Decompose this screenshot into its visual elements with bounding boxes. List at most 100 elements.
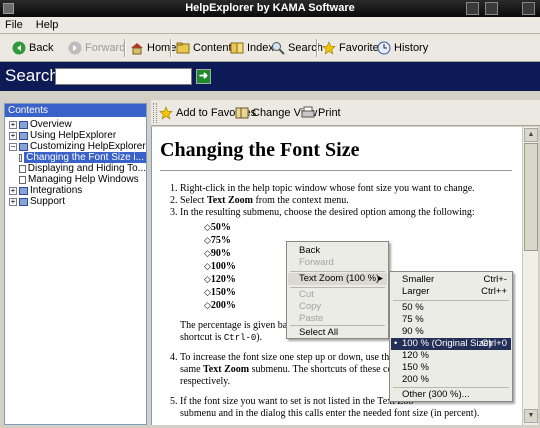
- minimize-icon[interactable]: [466, 2, 479, 15]
- zoom-option: 50%: [204, 221, 522, 234]
- book-icon: [19, 120, 28, 129]
- zoom-smaller[interactable]: Smaller Ctrl+-: [391, 274, 511, 286]
- toolbar-grip[interactable]: [153, 103, 157, 123]
- search-heading: Search: [5, 66, 59, 85]
- expand-icon[interactable]: +: [9, 120, 17, 129]
- menu-item-paste[interactable]: Paste: [288, 313, 387, 325]
- step-1: Right-click in the help topic window who…: [180, 183, 522, 195]
- menu-help[interactable]: Help: [31, 17, 64, 31]
- menu-item-cut[interactable]: Cut: [288, 289, 387, 301]
- contents-pane: Contents + Overview + Using HelpExplorer −…: [4, 103, 147, 425]
- forward-button[interactable]: Forward: [68, 40, 125, 56]
- maximize-icon[interactable]: [485, 2, 498, 15]
- zoom-75[interactable]: 75 %: [391, 314, 511, 326]
- tree-item-support[interactable]: + Support: [9, 196, 146, 207]
- zoom-120[interactable]: 120 %: [391, 350, 511, 362]
- zoom-200[interactable]: 200 %: [391, 374, 511, 386]
- zoom-90[interactable]: 90 %: [391, 326, 511, 338]
- zoom-100[interactable]: • 100 % (Original Size) Ctrl+0: [391, 338, 511, 350]
- scroll-thumb[interactable]: [524, 143, 538, 251]
- book-icon: [19, 197, 28, 206]
- back-arrow-icon: [12, 41, 26, 55]
- back-label: Back: [29, 42, 54, 54]
- toolbar-separator: [124, 39, 126, 57]
- forward-label: Forward: [85, 42, 126, 54]
- scroll-up-icon[interactable]: ▲: [524, 128, 538, 142]
- zoom-other[interactable]: Other (300 %)...: [391, 389, 511, 401]
- search-icon: [272, 42, 285, 55]
- scroll-down-icon[interactable]: ▼: [524, 409, 538, 423]
- open-book-icon: [19, 142, 28, 151]
- print-button[interactable]: Print: [301, 105, 341, 121]
- contents-button[interactable]: Contents: [176, 40, 237, 56]
- search-bar: Search ➜: [0, 62, 540, 91]
- submenu-arrow-icon: ▸: [378, 273, 383, 284]
- page-icon: [19, 164, 26, 173]
- app-icon[interactable]: [3, 3, 14, 14]
- menu-item-back[interactable]: Back: [288, 245, 387, 257]
- back-button[interactable]: Back: [12, 40, 53, 56]
- book-icon: [19, 186, 28, 195]
- menu-item-select-all[interactable]: Select All: [288, 327, 387, 339]
- print-icon: [301, 106, 315, 118]
- contents-tree: + Overview + Using HelpExplorer − Customizi…: [5, 117, 146, 207]
- zoom-larger[interactable]: Larger Ctrl++: [391, 286, 511, 298]
- document-scrollbar[interactable]: ▲ ▼: [522, 127, 538, 425]
- expand-icon[interactable]: +: [9, 197, 17, 206]
- toolbar-separator: [170, 39, 172, 57]
- zoom-50[interactable]: 50 %: [391, 302, 511, 314]
- main-toolbar: Back Forward Home Contents Index Search …: [0, 34, 540, 62]
- history-label: History: [394, 42, 429, 54]
- forward-arrow-icon: [68, 41, 82, 55]
- tree-item-integrations[interactable]: + Integrations: [9, 185, 146, 196]
- menu-separator: [290, 271, 385, 272]
- menu-file[interactable]: File: [0, 17, 28, 31]
- collapse-icon[interactable]: −: [9, 142, 17, 151]
- index-icon: [230, 42, 244, 54]
- title-bar: HelpExplorer by KAMA Software: [0, 0, 540, 17]
- search-input[interactable]: [55, 68, 192, 85]
- index-label: Index: [247, 42, 274, 54]
- menu-separator: [290, 287, 385, 288]
- menu-item-forward[interactable]: Forward: [288, 257, 387, 269]
- contents-icon: [176, 42, 190, 54]
- step-2: Select Text Zoom from the context menu.: [180, 195, 522, 207]
- menu-item-text-zoom[interactable]: Text Zoom (100 %) ▸: [288, 273, 387, 285]
- page-icon: [19, 175, 26, 184]
- expand-icon[interactable]: +: [9, 131, 17, 140]
- favorites-button[interactable]: Favorites: [322, 40, 384, 56]
- menu-separator: [393, 300, 509, 301]
- page-icon: [19, 153, 23, 162]
- page-title: Changing the Font Size: [160, 139, 360, 161]
- selected-bullet-icon: •: [394, 338, 398, 349]
- context-menu: Back Forward Text Zoom (100 %) ▸ Cut Cop…: [286, 241, 389, 339]
- window-title: HelpExplorer by KAMA Software: [185, 2, 355, 14]
- add-favorite-icon: [159, 106, 173, 120]
- tree-item-changing-font[interactable]: Changing the Font Size i...: [19, 152, 146, 163]
- menu-separator: [290, 325, 385, 326]
- tree-item-overview[interactable]: + Overview: [9, 119, 146, 130]
- tree-item-displaying[interactable]: Displaying and Hiding To...: [19, 163, 146, 174]
- menu-separator: [393, 387, 509, 388]
- contents-header: Contents: [5, 104, 146, 117]
- title-divider: [160, 170, 512, 171]
- star-icon: [322, 41, 336, 55]
- tree-item-managing[interactable]: Managing Help Windows: [19, 174, 146, 185]
- document-toolbar: Add to Favorites Change View Print: [151, 100, 540, 126]
- close-icon[interactable]: [522, 2, 535, 15]
- home-icon: [131, 43, 143, 55]
- menu-bar: File Help: [0, 17, 540, 34]
- book-icon: [19, 131, 28, 140]
- search-go-button[interactable]: ➜: [196, 69, 211, 84]
- menu-item-copy[interactable]: Copy: [288, 301, 387, 313]
- history-icon: [377, 41, 391, 55]
- tree-item-using[interactable]: + Using HelpExplorer: [9, 130, 146, 141]
- toolbar-separator: [316, 39, 318, 57]
- index-button[interactable]: Index: [230, 40, 274, 56]
- zoom-150[interactable]: 150 %: [391, 362, 511, 374]
- expand-icon[interactable]: +: [9, 186, 17, 195]
- tree-item-customizing[interactable]: − Customizing HelpExplorer: [9, 141, 146, 152]
- history-button[interactable]: History: [377, 40, 428, 56]
- change-view-icon: [235, 107, 249, 119]
- text-zoom-submenu: Smaller Ctrl+- Larger Ctrl++ 50 % 75 % 9…: [389, 271, 513, 402]
